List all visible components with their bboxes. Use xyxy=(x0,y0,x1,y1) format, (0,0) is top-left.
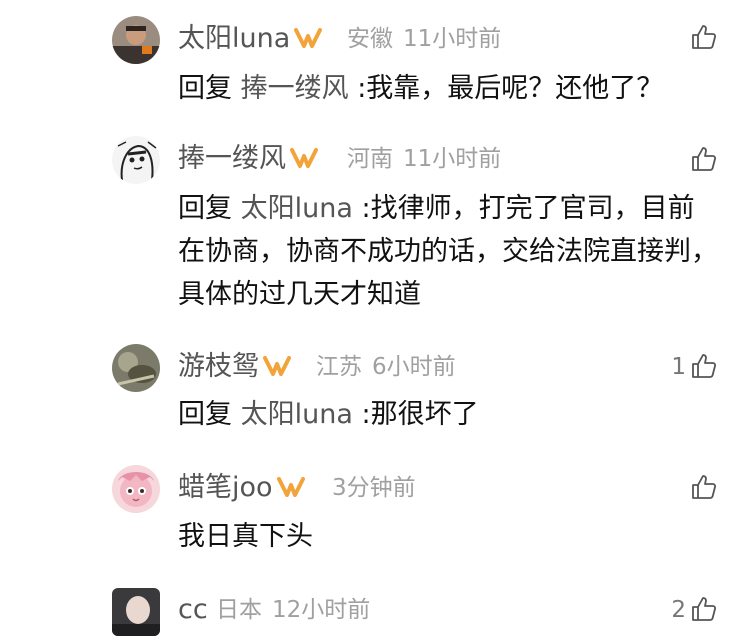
avatar-pink-cartoon-icon[interactable] xyxy=(112,465,160,513)
comment-meta: 河南 11小时前 xyxy=(347,139,501,179)
username[interactable]: 游枝鸳 xyxy=(178,347,291,387)
timestamp: 11小时前 xyxy=(403,146,502,172)
like-count: 1 xyxy=(671,354,686,380)
comment-meta: 日本 12小时前 xyxy=(216,590,370,630)
comment-meta: 安徽 11小时前 xyxy=(347,19,501,59)
vip-badge-icon xyxy=(294,20,323,60)
vip-badge-icon xyxy=(290,140,318,180)
timestamp: 6小时前 xyxy=(372,354,456,380)
username[interactable]: 太阳luna xyxy=(178,19,323,60)
username[interactable]: cc xyxy=(178,590,208,630)
location: 河南 xyxy=(347,146,393,172)
avatar-sketch-girl-icon[interactable] xyxy=(112,136,160,184)
reply-target-link[interactable]: 太阳luna xyxy=(241,193,353,224)
username[interactable]: 蜡笔joo xyxy=(178,468,305,508)
reply-target-link[interactable]: 太阳luna xyxy=(241,399,353,430)
reply-target-link[interactable]: 捧一缕风 xyxy=(241,73,349,104)
timestamp: 3分钟前 xyxy=(332,475,416,501)
comment-body: 回复 太阳luna :找律师，打完了官司，目前在协商，协商不成功的话，交给法院直… xyxy=(178,187,718,316)
location: 江苏 xyxy=(316,354,362,380)
avatar-man-photo-icon[interactable] xyxy=(112,16,160,64)
thumbs-up-icon[interactable] xyxy=(691,24,717,54)
comment-meta: 3分钟前 xyxy=(332,468,416,508)
avatar-blurred-photo-icon[interactable] xyxy=(112,588,160,636)
comment-text: 我日真下头 xyxy=(178,521,313,552)
username-text[interactable]: 太阳luna xyxy=(178,23,290,54)
avatar-photo-icon[interactable] xyxy=(112,344,160,392)
comment-body: 回复 太阳luna :那很坏了 xyxy=(178,393,718,436)
username-text[interactable]: 捧一缕风 xyxy=(178,143,286,174)
reply-prefix: 回复 xyxy=(178,399,232,430)
vip-badge-icon xyxy=(276,469,305,509)
comment-text: :那很坏了 xyxy=(361,399,479,430)
comment-meta: 江苏 6小时前 xyxy=(316,347,456,387)
thumbs-up-icon[interactable] xyxy=(691,474,717,504)
location: 日本 xyxy=(216,597,262,623)
thumbs-up-icon[interactable] xyxy=(691,353,717,383)
username-text[interactable]: 蜡笔joo xyxy=(178,472,273,503)
reply-prefix: 回复 xyxy=(178,193,232,224)
thumbs-up-icon[interactable] xyxy=(691,146,717,176)
username[interactable]: 捧一缕风 xyxy=(178,139,318,179)
reply-prefix: 回复 xyxy=(178,73,232,104)
comment-text: :我靠，最后呢？还他了？ xyxy=(357,73,664,104)
thumbs-up-icon[interactable] xyxy=(691,596,717,626)
location: 安徽 xyxy=(347,26,393,52)
timestamp: 12小时前 xyxy=(272,597,371,623)
username-text[interactable]: 游枝鸳 xyxy=(178,351,259,382)
username-text[interactable]: cc xyxy=(178,594,208,625)
timestamp: 11小时前 xyxy=(403,26,502,52)
comment-body: 回复 捧一缕风 :我靠，最后呢？还他了？ xyxy=(178,67,718,110)
like-count: 2 xyxy=(671,597,686,623)
comment-body: 我日真下头 xyxy=(178,515,718,558)
vip-badge-icon xyxy=(263,348,291,388)
